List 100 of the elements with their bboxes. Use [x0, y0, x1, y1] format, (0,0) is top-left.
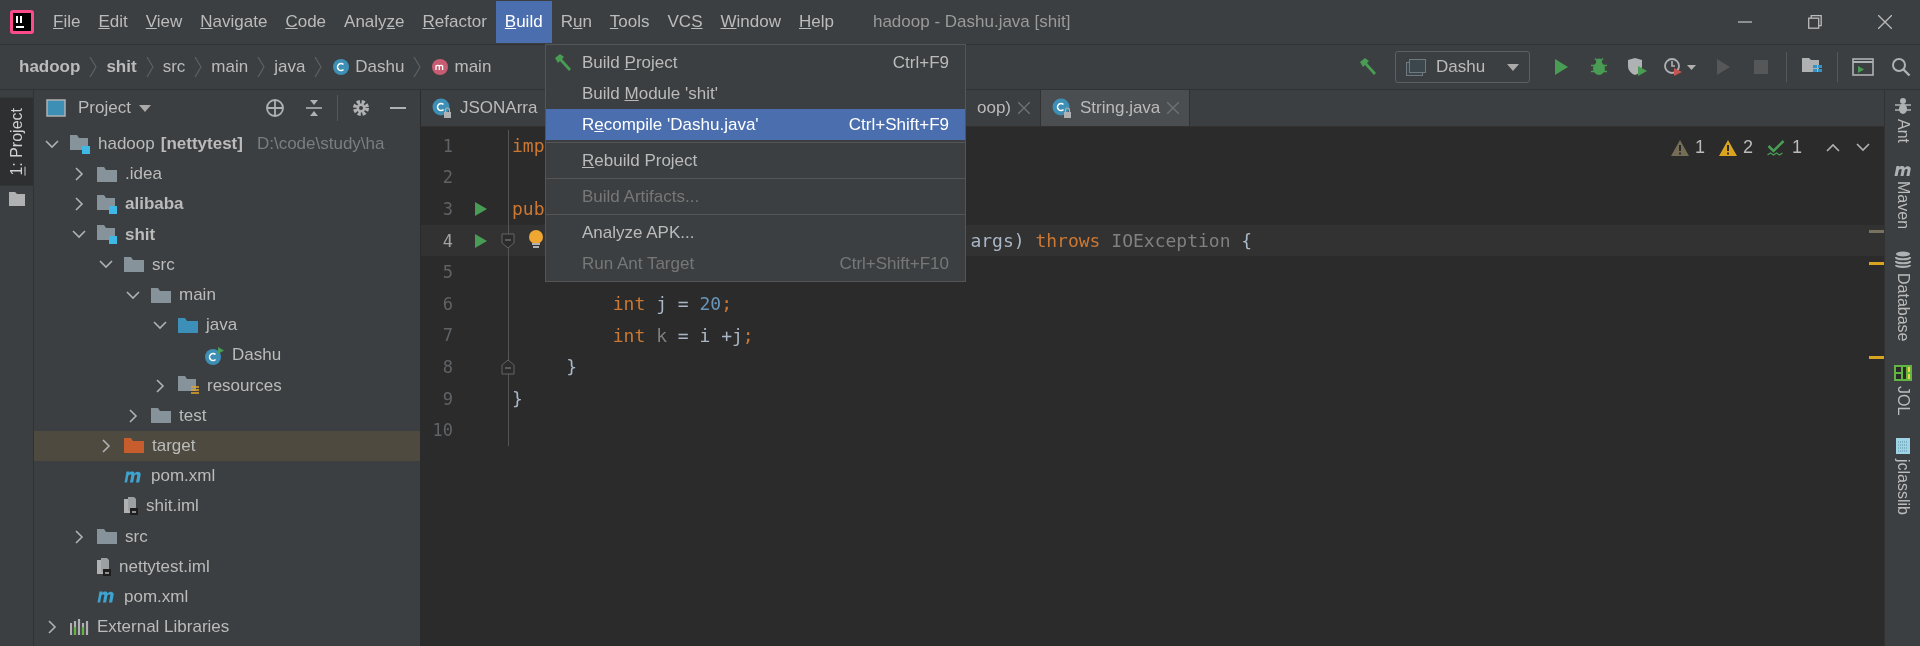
warning-icon[interactable]: [1718, 139, 1737, 156]
module-folder-icon: [97, 225, 117, 245]
maven-m-icon: [1893, 165, 1912, 177]
warning-icon[interactable]: [1670, 139, 1689, 156]
breadcrumb[interactable]: hadoop: [14, 57, 86, 77]
menu-item[interactable]: Rebuild Project: [546, 145, 965, 176]
tree-item[interactable]: pom.xml: [34, 581, 420, 612]
menu-item[interactable]: Analyze APK...: [546, 217, 965, 248]
chevron-icon: [194, 56, 203, 78]
tree-item[interactable]: .idea: [34, 159, 420, 190]
tree-item[interactable]: hadoop [nettytest] D:\code\study\ha: [34, 129, 420, 160]
restore-icon[interactable]: [1808, 15, 1822, 29]
tree-item[interactable]: target: [34, 430, 420, 462]
breadcrumb[interactable]: src: [157, 57, 191, 77]
breadcrumb[interactable]: shit: [101, 57, 142, 77]
lightbulb-icon[interactable]: [528, 229, 544, 248]
tree-item[interactable]: java: [34, 310, 420, 341]
run-icon[interactable]: [1554, 59, 1568, 75]
editor-tab[interactable]: String.java: [1041, 90, 1191, 126]
tool-window-button[interactable]: Maven: [1885, 161, 1920, 234]
tree-item[interactable]: main: [34, 279, 420, 311]
breadcrumb[interactable]: main: [206, 57, 254, 77]
tool-window-button[interactable]: JOL: [1885, 359, 1920, 419]
menu-item[interactable]: Window: [711, 1, 790, 43]
tree-item[interactable]: External Libraries: [34, 612, 420, 643]
menu-item[interactable]: Tools: [600, 1, 659, 43]
ant-icon: [1894, 98, 1911, 115]
code-line: args) throws IOException {: [970, 230, 1253, 252]
folder-icon: [97, 529, 117, 545]
chevron-icon: [314, 56, 323, 78]
caret-icon[interactable]: [138, 104, 151, 112]
menu-item[interactable]: File: [44, 1, 90, 43]
typo-check-icon[interactable]: [1767, 139, 1786, 156]
line-number: 10: [431, 420, 453, 441]
line-number: 6: [441, 293, 453, 314]
tree-item[interactable]: src: [34, 521, 420, 552]
menu-item[interactable]: VCS: [658, 1, 712, 43]
tree-item[interactable]: src: [34, 249, 420, 280]
file-icon: [124, 497, 138, 516]
project-view-icon: [46, 99, 66, 117]
menu-item[interactable]: Navigate: [191, 1, 277, 43]
folder-icon: [151, 287, 171, 303]
menu-item[interactable]: Analyze: [335, 1, 414, 43]
line-number: 2: [441, 167, 453, 188]
menu-item[interactable]: View: [136, 1, 192, 43]
terminal-window-icon[interactable]: [1852, 58, 1874, 76]
breadcrumb[interactable]: Dashu: [350, 57, 410, 77]
line-number: 7: [441, 325, 453, 346]
tool-window-button[interactable]: jclasslib: [1885, 432, 1920, 519]
fold-marker-icon[interactable]: [501, 232, 515, 249]
menu-item[interactable]: Refactor: [413, 1, 496, 43]
tree-item-label: shit.iml: [146, 496, 199, 517]
tree-item[interactable]: resources: [34, 370, 420, 401]
settings-icon[interactable]: [352, 99, 370, 117]
tree-item-label: alibaba: [125, 194, 184, 215]
line-number: 9: [441, 388, 453, 409]
fold-marker-icon[interactable]: [501, 359, 515, 376]
class-file-icon: [1051, 97, 1073, 119]
locate-target-icon[interactable]: [265, 98, 285, 118]
tree-item[interactable]: shit: [34, 219, 420, 250]
menu-item[interactable]: Build: [495, 1, 552, 43]
search-icon[interactable]: [1891, 57, 1911, 77]
grid-icon: [1892, 363, 1913, 382]
tree-item-label: nettytest.iml: [119, 556, 210, 577]
tree-item-label: target: [152, 435, 196, 456]
project-tool-button[interactable]: 1: Project: [0, 98, 33, 186]
tool-window-button[interactable]: Ant: [1885, 94, 1920, 147]
menu-item[interactable]: Code: [276, 1, 336, 43]
tree-item[interactable]: Dashu: [34, 340, 420, 371]
menu-item[interactable]: Edit: [89, 1, 137, 43]
run-icon[interactable]: [474, 202, 487, 216]
tree-item[interactable]: alibaba: [34, 189, 420, 220]
run-icon[interactable]: [474, 233, 487, 248]
menu-item[interactable]: Run: [551, 1, 601, 43]
bug-icon[interactable]: [1590, 58, 1608, 76]
close-icon[interactable]: [1878, 15, 1892, 29]
resources-folder-icon: [178, 376, 199, 396]
line-number: 8: [441, 356, 453, 377]
tree-item[interactable]: shit.iml: [34, 491, 420, 522]
menu-item[interactable]: Recompile 'Dashu.java' Ctrl+Shift+F9: [546, 109, 965, 140]
hammer-icon[interactable]: [1359, 58, 1377, 76]
folder-icon[interactable]: [8, 191, 25, 206]
menu-item[interactable]: Help: [789, 1, 843, 43]
profiler-clock-icon[interactable]: [1664, 58, 1696, 76]
module-folder-icon: [70, 134, 90, 154]
tree-item[interactable]: nettytest.iml: [34, 551, 420, 582]
menu-item[interactable]: Build Project Ctrl+F9: [546, 47, 965, 78]
breadcrumb[interactable]: main: [449, 57, 497, 77]
tree-item[interactable]: pom.xml: [34, 461, 420, 492]
collapse-all-icon[interactable]: [305, 99, 323, 117]
tool-window-button[interactable]: Database: [1885, 247, 1920, 346]
tree-item[interactable]: test: [34, 400, 420, 431]
class-icon: [205, 345, 224, 365]
shield-run-icon[interactable]: [1627, 58, 1647, 76]
tab-label: oop): [976, 98, 1011, 118]
panel-title: Project: [78, 98, 131, 118]
chevron-icon: [89, 56, 98, 78]
run-configuration-dropdown[interactable]: Dashu: [1395, 51, 1530, 83]
inspection-count: 2: [1742, 137, 1753, 158]
breadcrumb[interactable]: java: [269, 57, 311, 77]
